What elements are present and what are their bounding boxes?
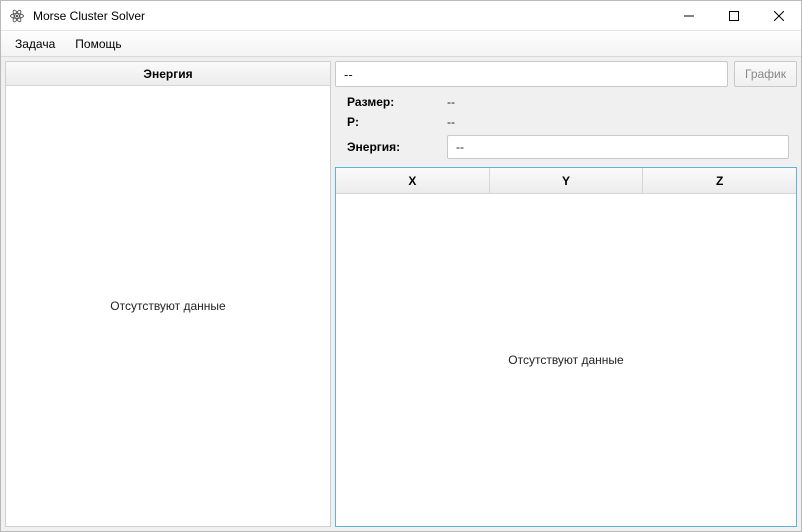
col-header-y[interactable]: Y <box>490 168 644 193</box>
col-header-x[interactable]: X <box>336 168 490 193</box>
selection-input-value: -- <box>344 67 353 82</box>
coordinates-empty: Отсутствуют данные <box>508 353 623 367</box>
col-header-z[interactable]: Z <box>643 168 796 193</box>
app-window: Morse Cluster Solver Задача Помощь Энерг… <box>0 0 802 532</box>
energy-label: Энергия: <box>347 140 447 154</box>
p-label: P: <box>347 115 447 129</box>
window-controls <box>666 1 801 30</box>
menubar: Задача Помощь <box>1 31 801 57</box>
selection-input[interactable]: -- <box>335 61 728 87</box>
energy-list-panel: Энергия Отсутствуют данные <box>5 61 331 527</box>
energy-input-value: -- <box>456 140 464 154</box>
size-label: Размер: <box>347 95 447 109</box>
energy-input[interactable]: -- <box>447 135 789 159</box>
maximize-button[interactable] <box>711 1 756 30</box>
size-row: Размер: -- <box>347 95 789 109</box>
energy-list-empty: Отсутствуют данные <box>110 299 225 313</box>
size-value: -- <box>447 95 455 109</box>
energy-row: Энергия: -- <box>347 135 789 159</box>
content: Энергия Отсутствуют данные -- График Раз… <box>1 57 801 531</box>
energy-list-body: Отсутствуют данные <box>6 86 330 526</box>
energy-list-header: Энергия <box>6 62 330 86</box>
coordinates-header-row: X Y Z <box>336 168 796 194</box>
app-icon <box>9 8 25 24</box>
close-button[interactable] <box>756 1 801 30</box>
graph-button[interactable]: График <box>734 61 797 87</box>
menu-help[interactable]: Помощь <box>65 31 131 56</box>
menu-task[interactable]: Задача <box>5 31 65 56</box>
top-row: -- График <box>335 61 797 87</box>
info-block: Размер: -- P: -- Энергия: -- <box>335 91 797 163</box>
window-title: Morse Cluster Solver <box>33 9 666 23</box>
p-row: P: -- <box>347 115 789 129</box>
titlebar: Morse Cluster Solver <box>1 1 801 31</box>
coordinates-table: X Y Z Отсутствуют данные <box>335 167 797 527</box>
p-value: -- <box>447 115 455 129</box>
minimize-button[interactable] <box>666 1 711 30</box>
right-panel: -- График Размер: -- P: -- Энергия: -- <box>335 61 797 527</box>
coordinates-body: Отсутствуют данные <box>336 194 796 526</box>
